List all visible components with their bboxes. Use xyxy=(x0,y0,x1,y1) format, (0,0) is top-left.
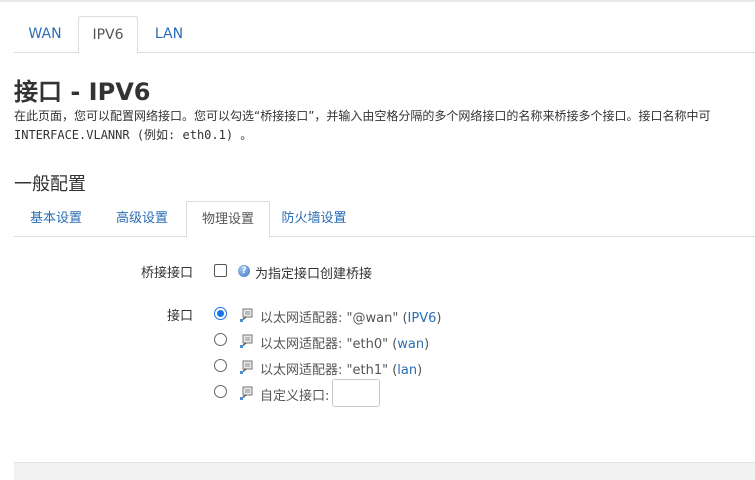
interface-radio-eth1[interactable] xyxy=(214,359,227,372)
tab-physical-settings[interactable]: 物理设置 xyxy=(186,201,270,238)
interface-link-wan[interactable]: wan xyxy=(397,337,424,352)
page-title: 接口 - IPV6 xyxy=(14,78,151,106)
interface-radio-wan6[interactable] xyxy=(214,307,227,320)
tab-basic-settings[interactable]: 基本设置 xyxy=(14,201,98,236)
page-description: 在此页面，您可以配置网络接口。您可以勾选“桥接接口”，并输入由空格分隔的多个网络… xyxy=(14,109,711,123)
bridge-help-text: 为指定接口创建桥接 xyxy=(255,267,373,282)
ethernet-icon xyxy=(240,386,253,400)
tab-firewall-settings[interactable]: 防火墙设置 xyxy=(272,201,356,236)
bridge-label: 桥接接口 xyxy=(140,266,193,281)
interface-link-ipv6[interactable]: IPV6 xyxy=(408,311,437,326)
tab-wan[interactable]: WAN xyxy=(14,16,76,52)
section-title: 一般配置 xyxy=(14,174,86,195)
help-icon: ? xyxy=(238,265,250,277)
form-footer xyxy=(14,462,755,480)
bridge-checkbox[interactable] xyxy=(214,264,227,277)
custom-interface-input[interactable] xyxy=(332,379,380,407)
page-description-example: INTERFACE.VLANNR (例如: eth0.1) 。 xyxy=(14,128,253,142)
ethernet-icon xyxy=(240,308,253,322)
ethernet-icon xyxy=(240,334,253,348)
interface-option-eth0: 以太网适配器: "eth0" (wan) xyxy=(260,337,430,352)
tab-lan[interactable]: LAN xyxy=(140,16,198,52)
top-border xyxy=(0,0,755,2)
interface-option-eth1: 以太网适配器: "eth1" (lan) xyxy=(260,363,423,378)
tab-ipv6[interactable]: IPV6 xyxy=(78,16,138,54)
config-tabs: 基本设置 高级设置 物理设置 防火墙设置 xyxy=(14,201,755,238)
ethernet-icon xyxy=(240,360,253,374)
tab-advanced-settings[interactable]: 高级设置 xyxy=(100,201,184,236)
interface-link-lan[interactable]: lan xyxy=(397,363,417,378)
interface-radio-eth0[interactable] xyxy=(214,333,227,346)
interface-option-custom: 自定义接口: xyxy=(260,389,330,404)
interface-label: 接口 xyxy=(166,309,193,324)
interface-tabs: WAN IPV6 LAN xyxy=(14,16,755,54)
interface-option-wan6: 以太网适配器: "@wan" (IPV6) xyxy=(260,311,442,326)
interface-radio-custom[interactable] xyxy=(214,385,227,398)
